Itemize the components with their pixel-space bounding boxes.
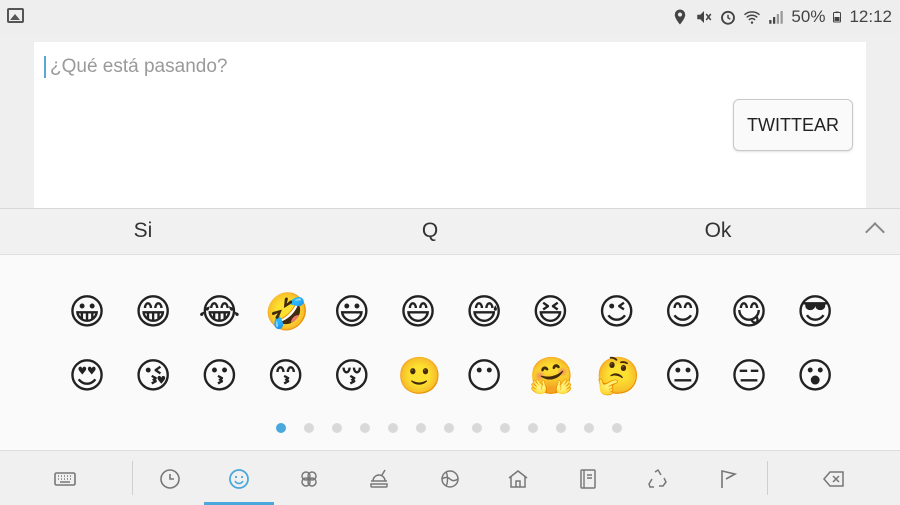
emoji-key[interactable]: 🤣 — [265, 292, 310, 334]
emoji-key[interactable]: 😙 — [265, 356, 307, 398]
page-indicator-dot — [388, 423, 398, 433]
emoji-key[interactable]: 🤔 — [596, 356, 641, 398]
emoji-key[interactable]: 🤗 — [529, 356, 574, 398]
page-indicator-dot — [276, 423, 286, 433]
emoji-key[interactable]: 😘 — [132, 356, 174, 398]
sports-icon[interactable] — [414, 451, 484, 505]
gallery-icon — [7, 8, 24, 23]
emoji-key[interactable]: 😉 — [596, 292, 638, 334]
emoji-key[interactable]: 😂 — [198, 292, 240, 334]
house-icon[interactable] — [483, 451, 553, 505]
wifi-icon — [744, 11, 761, 24]
page-indicator-dot — [528, 423, 538, 433]
emoji-key[interactable]: 😊 — [662, 292, 704, 334]
emoji-key[interactable]: 😁 — [132, 292, 174, 334]
emoji-key[interactable]: 🙂 — [397, 356, 442, 398]
notebook-icon[interactable] — [553, 451, 623, 505]
page-indicator-dot — [612, 423, 622, 433]
emoji-key[interactable]: 😆 — [529, 292, 571, 334]
emoji-key[interactable]: 😄 — [397, 292, 439, 334]
suggestion-item[interactable]: Q — [422, 219, 438, 243]
flag-icon[interactable] — [693, 451, 763, 505]
page-indicator-dot — [332, 423, 342, 433]
text-cursor — [44, 56, 46, 78]
emoji-key[interactable]: 😐 — [662, 356, 704, 398]
emoji-key[interactable]: 😋 — [728, 292, 770, 334]
food-icon[interactable] — [344, 451, 414, 505]
emoji-key[interactable]: 😍 — [66, 356, 108, 398]
emoji-key[interactable]: 😶 — [463, 356, 505, 398]
emoji-key[interactable]: 😮 — [794, 356, 836, 398]
backspace-icon[interactable] — [799, 451, 869, 505]
suggestion-item[interactable]: Si — [134, 219, 153, 243]
emoji-key[interactable]: 😗 — [198, 356, 240, 398]
clover-icon[interactable] — [274, 451, 344, 505]
mute-icon — [697, 11, 712, 23]
emoji-panel: 😀 😁 😂 🤣 😃 😄 😅 😆 😉 😊 😋 😎 😍 😘 😗 😙 😚 🙂 😶 🤗 🤔 😐 😑 😮 — [0, 254, 900, 450]
signal-icon — [769, 11, 784, 24]
suggestion-item[interactable]: Ok — [705, 219, 732, 243]
recent-icon[interactable] — [135, 451, 205, 505]
emoji-key[interactable]: 😃 — [331, 292, 373, 334]
divider — [767, 461, 768, 495]
smiley-icon[interactable] — [204, 451, 274, 505]
page-indicator-dot — [360, 423, 370, 433]
compose-area: ¿Qué está pasando? TWITTEAR — [34, 42, 866, 208]
page-indicator-dot — [472, 423, 482, 433]
emoji-key[interactable]: 😚 — [331, 356, 373, 398]
divider — [132, 461, 133, 495]
location-icon — [675, 9, 686, 25]
recycle-icon[interactable] — [623, 451, 693, 505]
page-indicator-dot — [500, 423, 510, 433]
page-indicator-dot — [304, 423, 314, 433]
status-icons: 50% 12:12 — [671, 6, 892, 28]
status-bar: 50% 12:12 — [0, 0, 900, 34]
page-indicator-dot — [444, 423, 454, 433]
clock: 12:12 — [849, 7, 892, 26]
battery-percent: 50% — [791, 7, 826, 26]
chevron-up-icon[interactable] — [865, 222, 885, 242]
battery-icon — [833, 11, 842, 23]
emoji-key[interactable]: 😑 — [728, 356, 770, 398]
page-indicator-dot — [416, 423, 426, 433]
page-indicator-dot — [556, 423, 566, 433]
emoji-category-bar — [0, 450, 900, 505]
suggestion-bar: Si Q Ok — [0, 208, 900, 254]
keyboard-icon[interactable] — [30, 451, 100, 505]
page-indicator-dot — [584, 423, 594, 433]
tweet-button[interactable]: TWITTEAR — [733, 99, 853, 151]
emoji-key[interactable]: 😅 — [463, 292, 505, 334]
emoji-key[interactable]: 😀 — [66, 292, 108, 334]
emoji-key[interactable]: 😎 — [794, 292, 836, 334]
alarm-icon — [721, 10, 736, 25]
tweet-input[interactable]: ¿Qué está pasando? — [50, 56, 227, 78]
